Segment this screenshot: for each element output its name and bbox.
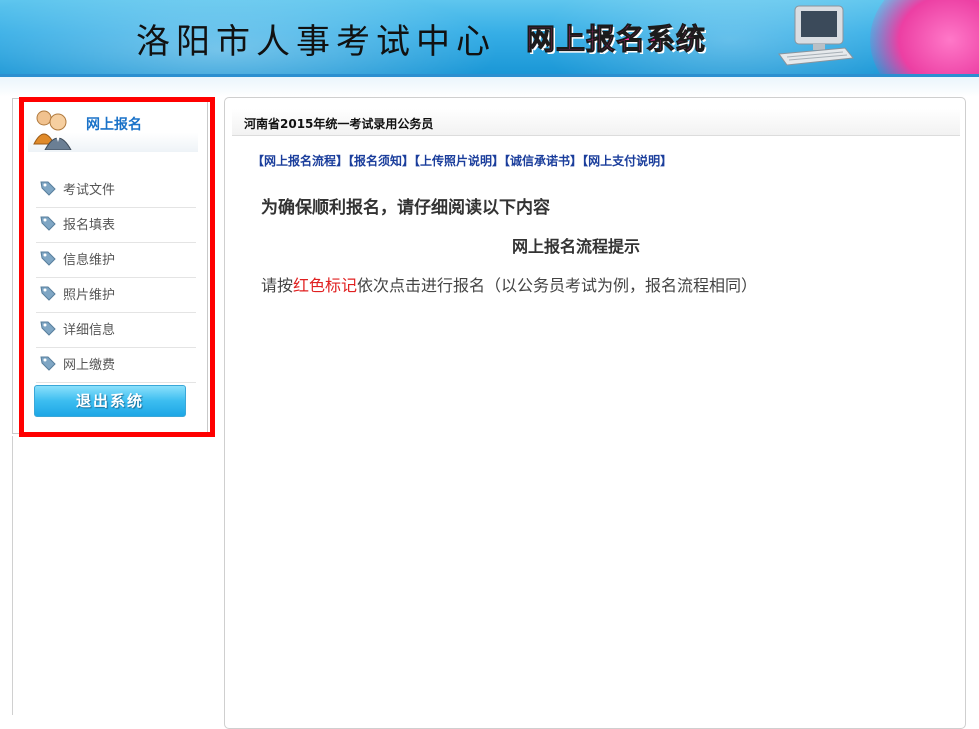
link-integrity-pledge[interactable]: 【诚信承诺书】: [504, 154, 582, 168]
link-photo-upload[interactable]: 【上传照片说明】: [414, 154, 504, 168]
page-heading: 为确保顺利报名，请仔细阅读以下内容: [261, 198, 550, 218]
panel-title: 河南省2015年统一考试录用公务员: [244, 117, 434, 131]
header-banner: 洛阳市人事考试中心 网上报名系统: [0, 0, 979, 74]
panel-header: 河南省2015年统一考试录用公务员: [232, 109, 960, 136]
instruction-text: 请按红色标记依次点击进行报名（以公务员考试为例，报名流程相同）: [261, 272, 757, 296]
instruction-prefix: 请按: [261, 276, 294, 295]
instruction-suffix: 依次点击进行报名（以公务员考试为例，报名流程相同）: [357, 276, 758, 295]
page-subheading: 网上报名流程提示: [512, 237, 641, 256]
link-registration-process[interactable]: 【网上报名流程】: [252, 154, 348, 168]
sidebar-edge: [12, 436, 13, 715]
system-subtitle: 网上报名系统: [525, 22, 707, 57]
link-payment-info[interactable]: 【网上支付说明】: [582, 154, 672, 168]
site-title: 洛阳市人事考试中心: [136, 22, 496, 62]
computer-icon: [778, 5, 854, 66]
instruction-highlight: 红色标记: [293, 276, 358, 295]
main-panel: [224, 97, 966, 729]
highlight-frame: [19, 97, 215, 437]
banner-glow: [870, 0, 979, 74]
header-band: [0, 77, 979, 97]
info-links: 【网上报名流程】【报名须知】【上传照片说明】【诚信承诺书】【网上支付说明】: [252, 152, 672, 169]
link-registration-notice[interactable]: 【报名须知】: [348, 154, 414, 168]
